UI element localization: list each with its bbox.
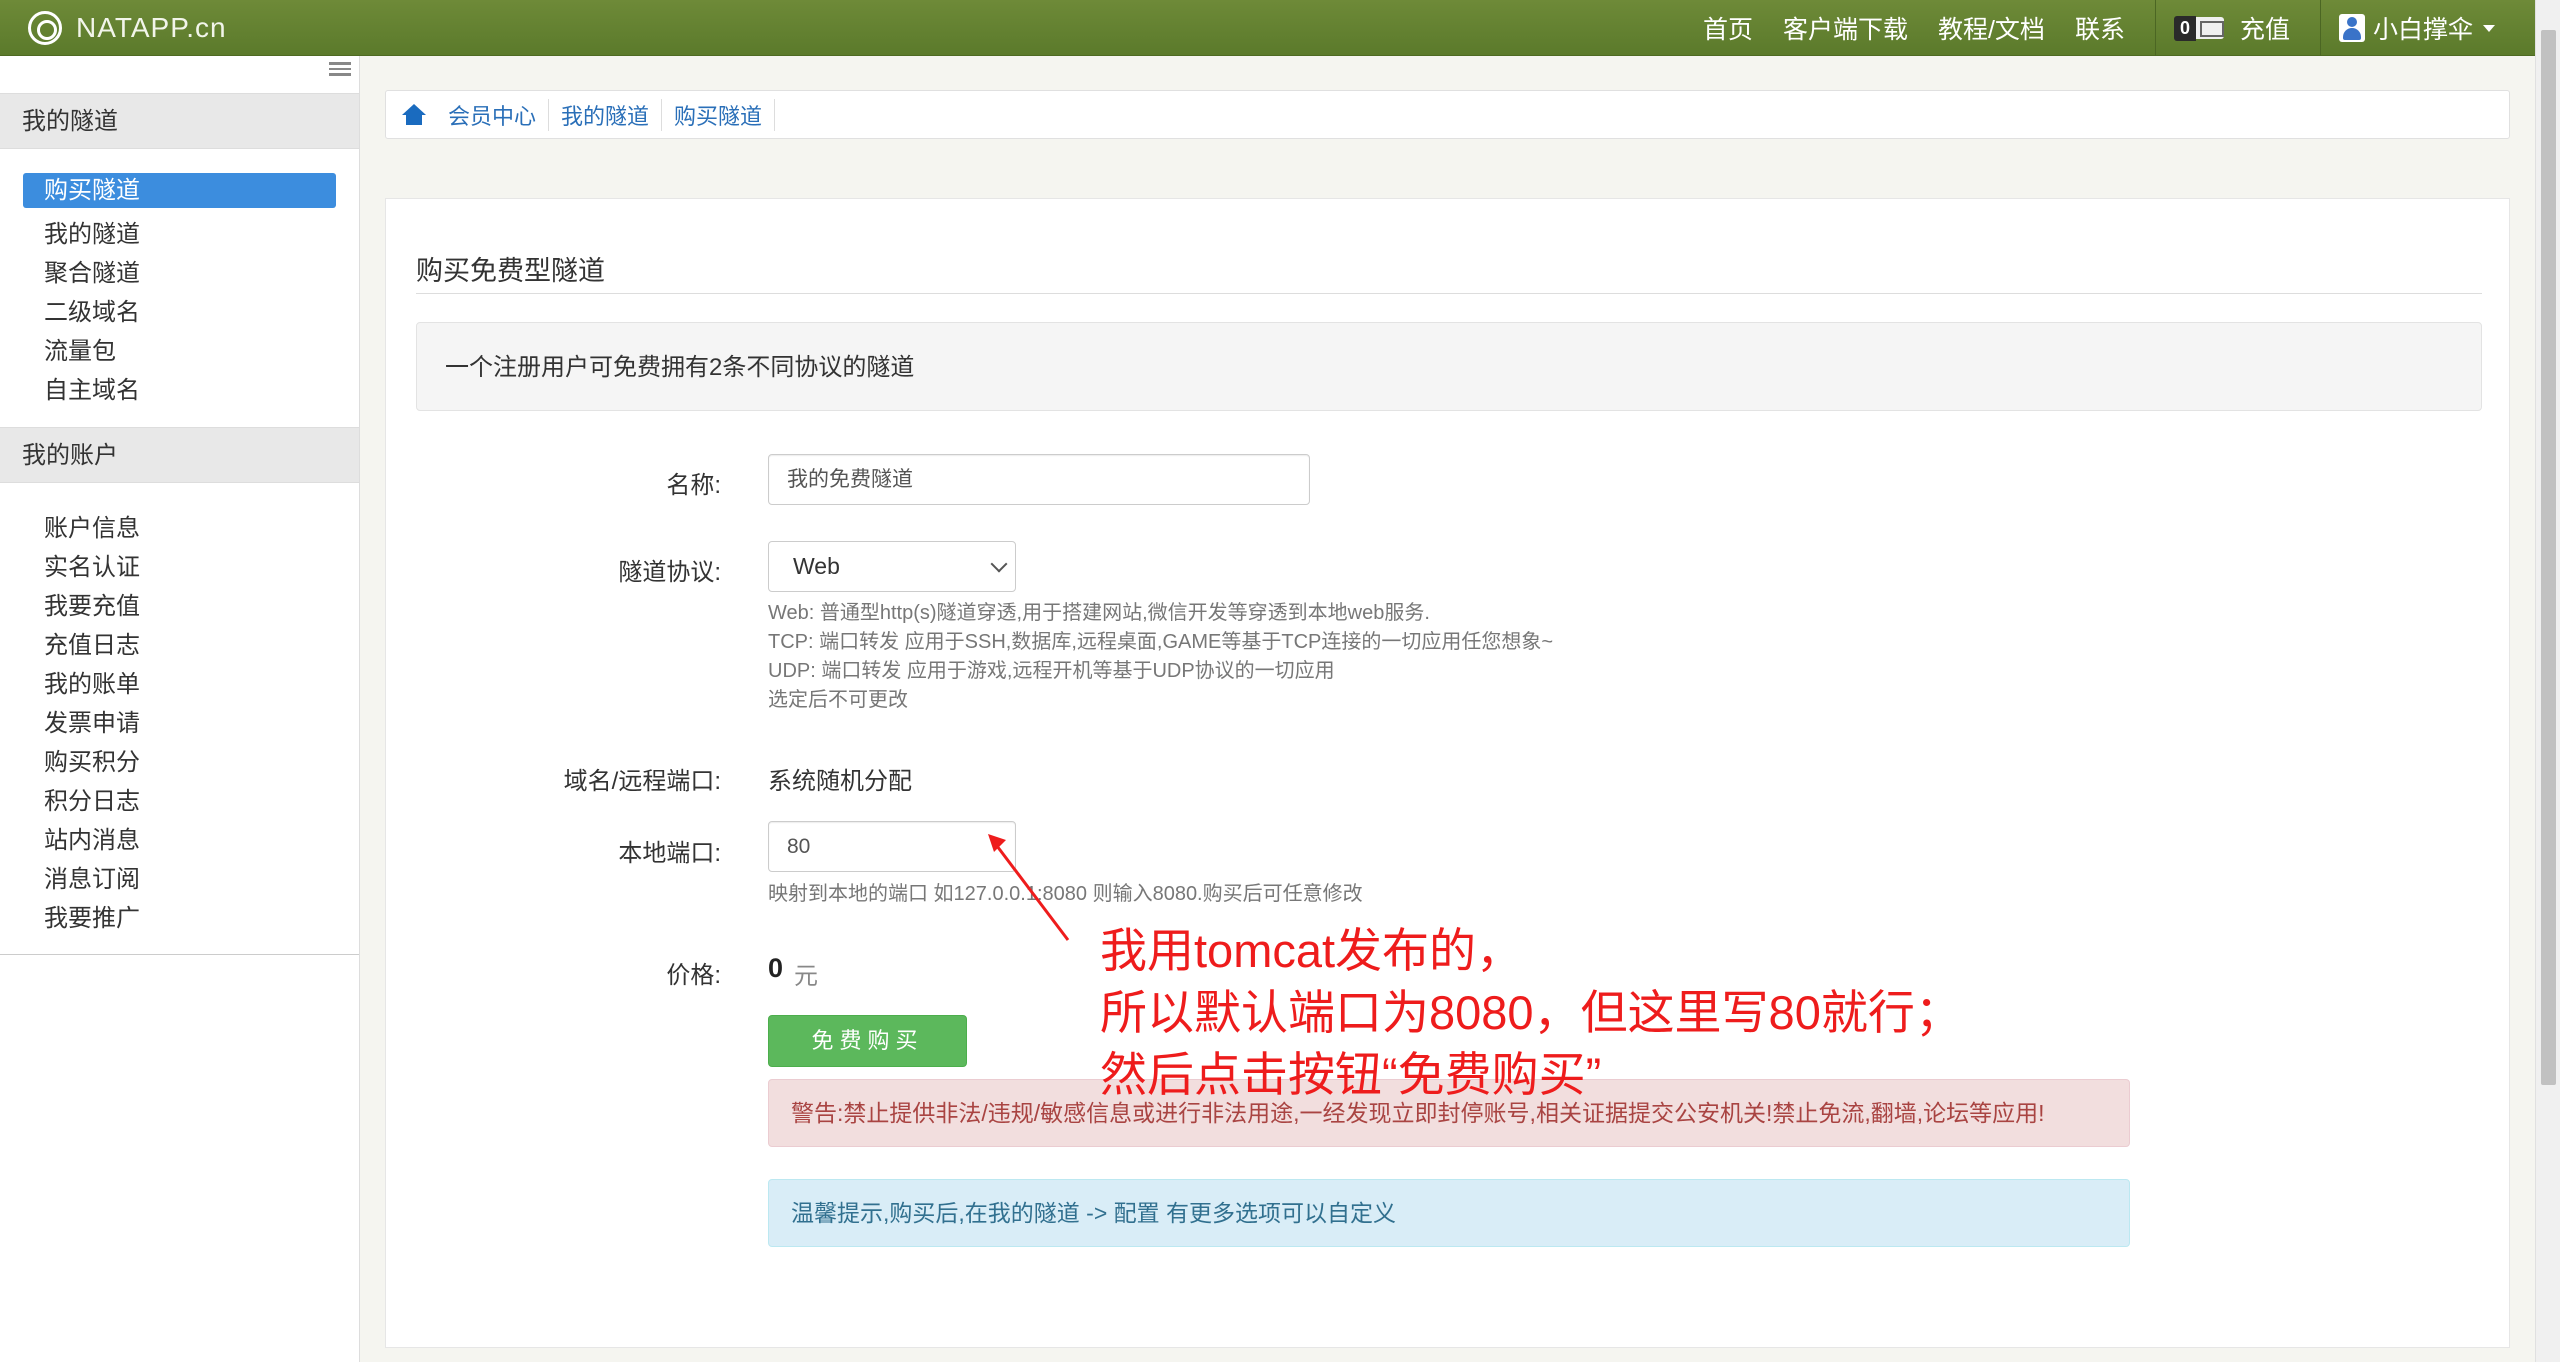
tip-alert: 温馨提示,购买后,在我的隧道 -> 配置 有更多选项可以自定义 <box>768 1179 2130 1247</box>
top-navbar: NATAPP.cn 首页 客户端下载 教程/文档 联系 0 充值 小白撑伞 <box>0 0 2535 56</box>
sidebar-item-subscription[interactable]: 消息订阅 <box>44 859 140 894</box>
page-scrollbar[interactable] <box>2535 0 2560 1362</box>
price-value: 0 <box>768 953 784 983</box>
nav-link-recharge[interactable]: 充值 <box>2240 10 2290 46</box>
user-menu[interactable]: 小白撑伞 <box>2373 10 2473 46</box>
messages-button[interactable]: 0 <box>2173 15 2224 41</box>
sidebar-item-verification[interactable]: 实名认证 <box>44 547 140 582</box>
protocol-selected-value: Web <box>793 553 840 579</box>
nav-separator <box>2319 0 2321 56</box>
chevron-down-icon <box>990 555 1008 573</box>
annotation-line-3: 然后点击按钮“免费购买” <box>1100 1048 1602 1101</box>
nav-link-docs[interactable]: 教程/文档 <box>1938 10 2045 46</box>
domain-value: 系统随机分配 <box>768 768 912 795</box>
sidebar-item-custom-domain[interactable]: 自主域名 <box>44 370 140 405</box>
brand-logo-icon <box>28 11 62 45</box>
breadcrumb-my-tunnels[interactable]: 我的隧道 <box>549 98 663 131</box>
protocol-label: 隧道协议: <box>618 559 721 586</box>
protocol-help-web: Web: 普通型http(s)隧道穿透,用于搭建网站,微信开发等穿透到本地web… <box>768 602 1430 624</box>
sidebar-divider <box>0 954 359 955</box>
mail-icon <box>2195 17 2224 39</box>
price-label: 价格: <box>666 962 721 989</box>
sidebar: 我的隧道 购买隧道 我的隧道 聚合隧道 二级域名 流量包 自主域名 我的账户 账… <box>0 56 360 1362</box>
sidebar-item-recharge[interactable]: 我要充值 <box>44 586 140 621</box>
title-divider <box>416 293 2482 294</box>
nav-link-contact[interactable]: 联系 <box>2075 10 2125 46</box>
page-title: 购买免费型隧道 <box>416 256 605 286</box>
sidebar-item-points-log[interactable]: 积分日志 <box>44 781 140 816</box>
breadcrumb: 会员中心 我的隧道 购买隧道 <box>385 90 2510 139</box>
nav-link-download[interactable]: 客户端下载 <box>1783 10 1908 46</box>
sidebar-item-subdomain[interactable]: 二级域名 <box>44 292 140 327</box>
home-icon[interactable] <box>402 103 426 126</box>
local-port-input[interactable]: 80 <box>768 821 1016 872</box>
sidebar-item-bills[interactable]: 我的账单 <box>44 664 140 699</box>
nav-separator <box>2154 0 2156 56</box>
domain-label: 域名/远程端口: <box>563 768 721 795</box>
price-unit: 元 <box>794 963 818 990</box>
sidebar-item-promotion[interactable]: 我要推广 <box>44 898 140 933</box>
nav-link-home[interactable]: 首页 <box>1703 10 1753 46</box>
free-tunnel-notice: 一个注册用户可免费拥有2条不同协议的隧道 <box>416 322 2482 411</box>
annotation-arrow-icon <box>988 834 1070 941</box>
sidebar-item-messages[interactable]: 站内消息 <box>44 820 140 855</box>
message-count-badge: 0 <box>2173 15 2196 41</box>
main-panel: 购买免费型隧道 一个注册用户可免费拥有2条不同协议的隧道 名称: 我的免费隧道 … <box>385 198 2510 1348</box>
sidebar-item-buy-points[interactable]: 购买积分 <box>44 742 140 777</box>
brand[interactable]: NATAPP.cn <box>28 6 227 50</box>
protocol-select[interactable]: Web <box>768 541 1016 592</box>
annotation-line-2: 所以默认端口为8080，但这里写80就行； <box>1100 986 1962 1039</box>
sidebar-group-account[interactable]: 我的账户 <box>0 427 359 483</box>
sidebar-collapse-icon[interactable] <box>329 62 351 76</box>
breadcrumb-buy-tunnel[interactable]: 购买隧道 <box>662 98 776 131</box>
protocol-help-udp: UDP: 端口转发 应用于游戏,远程开机等基于UDP协议的一切应用 <box>768 660 1335 682</box>
annotation-line-1: 我用tomcat发布的， <box>1100 924 1524 977</box>
sidebar-item-traffic[interactable]: 流量包 <box>44 331 116 366</box>
breadcrumb-member-center[interactable]: 会员中心 <box>436 98 550 131</box>
sidebar-item-account-info[interactable]: 账户信息 <box>44 508 140 543</box>
sidebar-item-buy-tunnel[interactable]: 购买隧道 <box>23 173 336 208</box>
sidebar-item-aggregate-tunnel[interactable]: 聚合隧道 <box>44 253 140 288</box>
protocol-help-note: 选定后不可更改 <box>768 689 908 711</box>
tunnel-name-input[interactable]: 我的免费隧道 <box>768 454 1310 505</box>
scrollbar-thumb[interactable] <box>2541 30 2556 1085</box>
sidebar-group-tunnels[interactable]: 我的隧道 <box>0 93 359 149</box>
user-avatar-icon[interactable] <box>2338 14 2365 42</box>
free-buy-button[interactable]: 免费购买 <box>768 1015 967 1067</box>
sidebar-item-my-tunnels[interactable]: 我的隧道 <box>44 214 140 249</box>
local-port-label: 本地端口: <box>618 840 721 867</box>
name-label: 名称: <box>666 472 721 499</box>
chevron-down-icon[interactable] <box>2483 24 2495 32</box>
sidebar-item-recharge-log[interactable]: 充值日志 <box>44 625 140 660</box>
protocol-help-tcp: TCP: 端口转发 应用于SSH,数据库,远程桌面,GAME等基于TCP连接的一… <box>768 631 1554 653</box>
nav-links: 首页 客户端下载 教程/文档 联系 0 充值 小白撑伞 <box>1703 0 2535 56</box>
sidebar-item-invoice[interactable]: 发票申请 <box>44 703 140 738</box>
brand-name: NATAPP.cn <box>76 12 227 43</box>
